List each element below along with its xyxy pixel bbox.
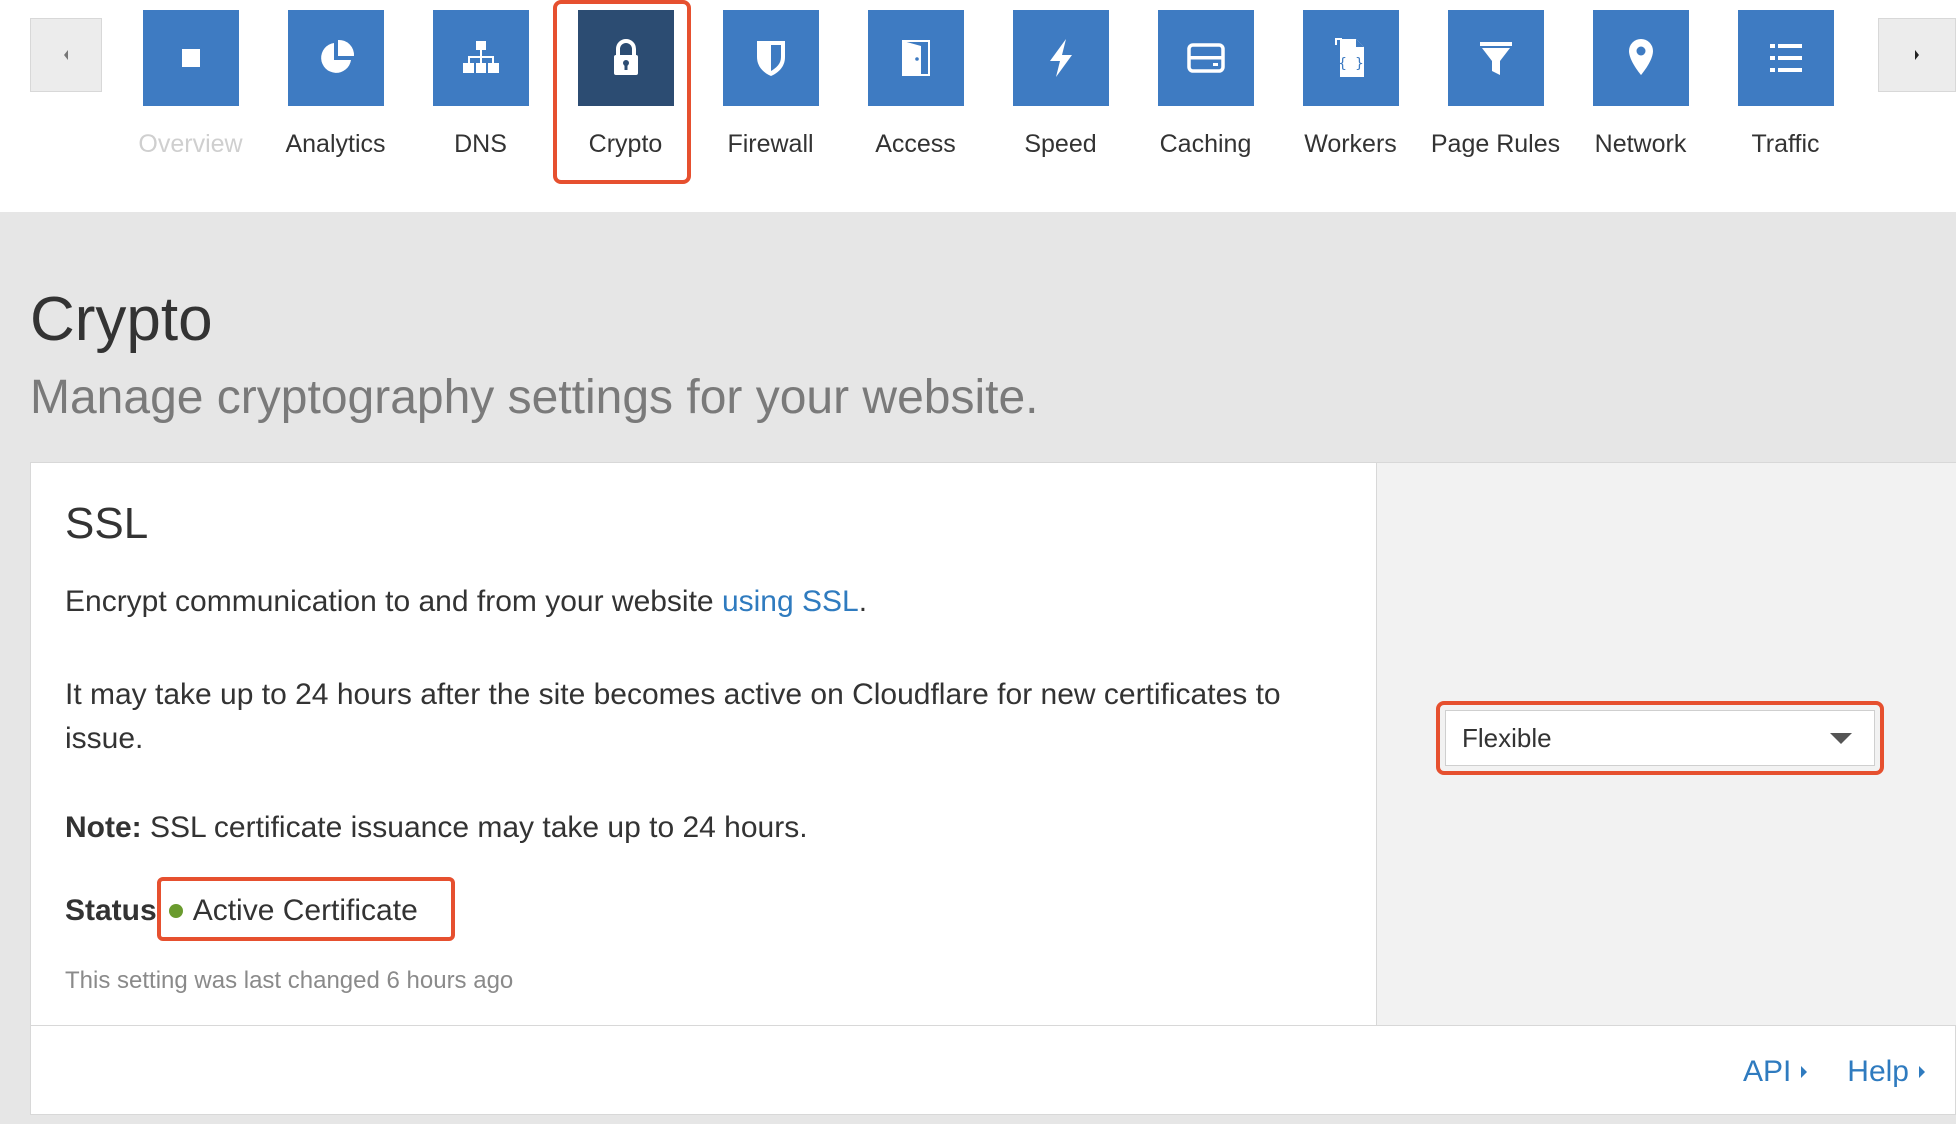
nav-tile-page-rules-box — [1447, 10, 1544, 106]
top-navigation: Overview Analytics DNS Crypto Firewall A… — [0, 0, 1956, 212]
api-link-label: API — [1742, 1054, 1792, 1088]
page-subtitle: Manage cryptography settings for your we… — [30, 371, 1039, 424]
shield-icon — [756, 41, 785, 76]
ssl-note: Note: SSL certificate issuance may take … — [65, 811, 808, 845]
ssl-card-control: Flexible — [1376, 463, 1956, 1025]
nav-tile-firewall[interactable]: Firewall — [698, 0, 843, 212]
code-file-icon: { } — [1334, 38, 1364, 77]
nav-tile-label: Crypto — [588, 130, 663, 158]
caret-right-icon — [1919, 1065, 1925, 1078]
ssl-description-text: Encrypt communication to and from your w… — [65, 585, 722, 618]
funnel-icon — [1479, 42, 1512, 75]
help-link[interactable]: Help — [1847, 1055, 1927, 1089]
ssl-description-end: . — [858, 585, 868, 618]
list-icon — [1769, 44, 1802, 72]
nav-tile-page-rules[interactable]: Page Rules — [1423, 0, 1568, 212]
nav-tile-label: Caching — [1159, 130, 1252, 158]
nav-tile-analytics-box — [287, 10, 384, 106]
nav-tile-label: Overview — [138, 130, 243, 158]
api-link[interactable]: API — [1743, 1055, 1809, 1089]
nav-tile-workers[interactable]: { } Workers — [1278, 0, 1423, 212]
ssl-card: SSL Encrypt communication to and from yo… — [30, 462, 1956, 1115]
ssl-mode-select-highlight: Flexible — [1436, 701, 1884, 775]
nav-tile-label: Analytics — [285, 130, 386, 158]
nav-tile-label: Network — [1594, 130, 1687, 158]
ssl-mode-selected: Flexible — [1462, 722, 1552, 753]
nav-tile-label: Workers — [1304, 130, 1397, 158]
nav-tile-partial[interactable]: Cu — [1858, 0, 1878, 212]
nav-tile-network[interactable]: Network — [1568, 0, 1713, 212]
nav-tile-firewall-box — [722, 10, 819, 106]
chevron-right-icon — [1915, 50, 1919, 60]
network-tree-icon — [462, 41, 499, 73]
nav-tile-label: Access — [875, 130, 956, 158]
nav-tile-caching-box — [1157, 10, 1254, 106]
nav-tile-speed[interactable]: Speed — [988, 0, 1133, 212]
server-drive-icon — [1186, 43, 1225, 73]
ssl-title: SSL — [65, 499, 149, 548]
nav-tile-traffic[interactable]: Traffic — [1713, 0, 1858, 212]
nav-tile-dns[interactable]: DNS — [408, 0, 553, 212]
lock-icon — [613, 39, 638, 75]
nav-tile-workers-box: { } — [1302, 10, 1399, 106]
nav-tile-caching[interactable]: Caching — [1133, 0, 1278, 212]
nav-tile-crypto[interactable]: Crypto — [553, 0, 698, 212]
footer-links: API Help — [1743, 1026, 1927, 1117]
status-dot-icon — [168, 904, 183, 918]
nav-tile-dns-box — [432, 10, 529, 106]
help-link-label: Help — [1847, 1054, 1909, 1088]
nav-tile-speed-box — [1012, 10, 1109, 106]
nav-tile-label: Traffic — [1751, 130, 1820, 158]
ssl-card-footer: API Help — [31, 1025, 1956, 1116]
ssl-mode-select[interactable]: Flexible — [1445, 710, 1875, 766]
nav-tiles: Overview Analytics DNS Crypto Firewall A… — [118, 0, 1878, 212]
using-ssl-link[interactable]: using SSL — [722, 585, 859, 618]
nav-tile-access-box — [867, 10, 964, 106]
pie-chart-icon — [320, 39, 354, 73]
nav-tile-label: DNS — [454, 130, 507, 158]
nav-tile-traffic-box — [1737, 10, 1834, 106]
svg-text:{ }: { } — [1338, 56, 1363, 72]
status-badge: Active Certificate — [156, 877, 455, 941]
caret-down-icon — [1830, 733, 1852, 744]
map-pin-icon — [1628, 39, 1653, 75]
ssl-status: Status Active Certificate — [65, 877, 455, 941]
note-label: Note: — [65, 811, 142, 844]
nav-tile-network-box — [1592, 10, 1689, 106]
nav-tile-analytics[interactable]: Analytics — [263, 0, 408, 212]
ssl-description: Encrypt communication to and from your w… — [65, 585, 867, 619]
nav-tile-label: Speed — [1024, 130, 1097, 158]
status-value: Active Certificate — [192, 894, 418, 927]
nav-tile-overview-box — [142, 10, 239, 106]
nav-tile-label: Firewall — [727, 130, 814, 158]
chevron-left-icon — [64, 50, 68, 60]
note-text: SSL certificate issuance may take up to … — [141, 811, 808, 844]
ssl-issuance-info: It may take up to 24 hours after the sit… — [65, 678, 1281, 755]
last-changed-text: This setting was last changed 6 hours ag… — [65, 967, 514, 994]
scroll-right-button[interactable] — [1878, 18, 1956, 92]
page-title: Crypto — [30, 285, 213, 354]
status-label: Status — [65, 894, 157, 927]
stop-square-icon — [181, 49, 200, 67]
ssl-card-content: SSL Encrypt communication to and from yo… — [31, 463, 1376, 1025]
nav-tile-access[interactable]: Access — [843, 0, 988, 212]
nav-tile-crypto-box — [577, 10, 674, 106]
nav-tile-label: Page Rules — [1430, 130, 1561, 158]
lightning-icon — [1049, 39, 1072, 77]
nav-tile-overview[interactable]: Overview — [118, 0, 263, 212]
caret-right-icon — [1801, 1065, 1808, 1078]
scroll-left-button[interactable] — [30, 18, 102, 92]
door-icon — [901, 40, 930, 76]
